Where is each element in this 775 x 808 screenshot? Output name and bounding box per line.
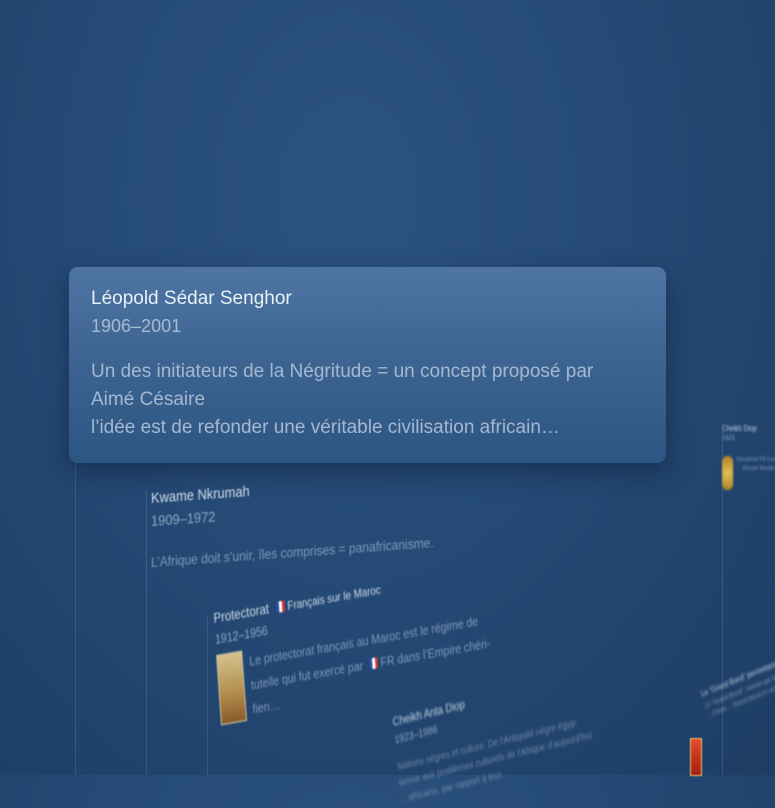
senghor-dates: 1906–2001 [91, 316, 182, 336]
timeline-line-protectorat [207, 615, 208, 775]
senghor-name: Léopold Sédar Senghor [91, 288, 292, 309]
right-card-name: Cheikh Diop [722, 424, 757, 433]
card-right-edge[interactable]: Cheikh Diop 1923 Deuxième FR Congrès Mon… [722, 424, 775, 490]
right-card-thumbnail-image[interactable] [722, 456, 734, 490]
senghor-desc-line: l’idée est de refonder une véritable civ… [91, 417, 560, 438]
french-flag-icon [276, 600, 286, 613]
card-senghor[interactable]: Léopold Sédar Senghor 1906–2001 Un des i… [69, 267, 666, 463]
nkrumah-description: L’Afrique doit s’unir, îles comprises = … [151, 534, 434, 571]
french-flag-icon [369, 657, 379, 670]
timeline-line-left [75, 462, 76, 775]
right-card-dates: 1923 [722, 435, 735, 442]
grand-bond-thumbnail-image[interactable] [690, 738, 702, 776]
protectorat-name: Protectorat [213, 600, 270, 627]
senghor-desc-line: Un des initiateurs de la Négritude = un … [91, 361, 594, 382]
senghor-description: Un des initiateurs de la Négritude = un … [91, 358, 644, 442]
protectorat-thumbnail-image[interactable] [216, 650, 247, 726]
right-card-description: Deuxième FR Congrès Mondial … Africain M… [736, 456, 775, 490]
card-grand-bond[interactable]: Le “Grand Bond” permettant au pays de dé… [700, 635, 775, 722]
right-card-desc-line: Deuxième FR Congrès Mondial [736, 457, 775, 463]
timeline-line-nkrumah [146, 490, 147, 775]
right-card-desc-line: … Africain Monde [736, 466, 775, 472]
card-nkrumah[interactable]: Kwame Nkrumah 1909–1972 L’Afrique doit s… [151, 470, 434, 570]
senghor-desc-line: Aimé Césaire [91, 389, 206, 410]
